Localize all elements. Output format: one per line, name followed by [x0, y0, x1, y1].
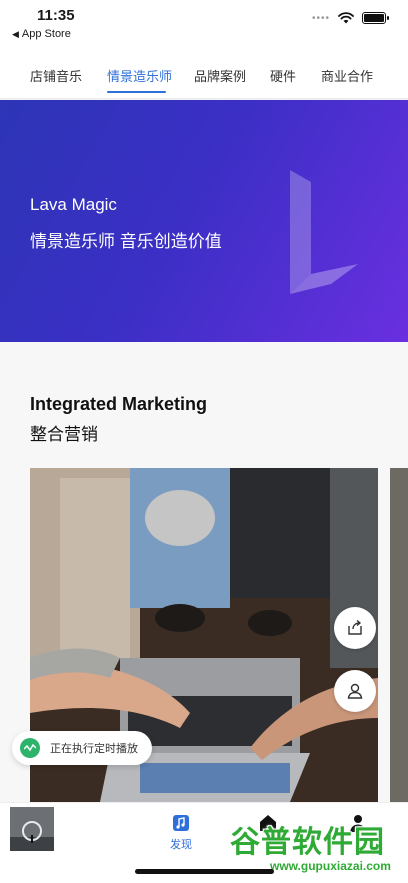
section-title-en: Integrated Marketing: [30, 394, 208, 414]
waveform-icon: [20, 738, 40, 758]
now-playing-album-art[interactable]: [10, 807, 54, 851]
section-title-zh: 整合营销: [30, 425, 98, 444]
contact-button[interactable]: [334, 670, 376, 712]
tab-store-music[interactable]: 店铺音乐: [30, 66, 82, 85]
back-arrow-icon: ◀: [12, 28, 19, 39]
nav-discover[interactable]: 发现: [170, 813, 192, 852]
watermark-title: 谷普软件园: [230, 826, 385, 859]
watermark-url: www.gupuxiazai.com: [270, 859, 391, 873]
album-cover-image: [10, 807, 54, 851]
lava-logo-icon: [290, 170, 358, 294]
battery-icon: [362, 12, 389, 24]
user-icon: [347, 683, 363, 699]
banner-subtitle: 情景造乐师 音乐创造价值: [30, 232, 222, 251]
music-note-icon: [173, 815, 189, 831]
back-to-app-store[interactable]: ◀ App Store: [12, 28, 71, 40]
tab-brand-cases[interactable]: 品牌案例: [194, 66, 246, 85]
category-tabs: 店铺音乐 情景造乐师 品牌案例 硬件 商业合作: [0, 56, 408, 98]
tab-scene-music-maker[interactable]: 情景造乐师: [107, 66, 172, 85]
toast-text: 正在执行定时播放: [50, 743, 138, 755]
status-indicators: ••••: [311, 12, 389, 24]
home-indicator[interactable]: [135, 869, 274, 874]
back-label: App Store: [21, 28, 71, 40]
tab-hardware[interactable]: 硬件: [270, 66, 296, 85]
wifi-icon: [338, 12, 354, 24]
cellular-signal-icon: ••••: [311, 12, 330, 24]
active-tab-indicator: [107, 91, 166, 93]
scheduled-play-toast[interactable]: 正在执行定时播放: [12, 731, 152, 765]
next-card-peek[interactable]: [390, 468, 408, 802]
banner-title: Lava Magic: [30, 195, 117, 214]
status-time: 11:35: [37, 7, 75, 24]
nav-discover-label: 发现: [170, 839, 192, 851]
share-button[interactable]: [334, 607, 376, 649]
status-bar: 11:35 ◀ App Store ••••: [0, 0, 408, 44]
share-icon: [348, 619, 362, 635]
hero-banner: Lava Magic 情景造乐师 音乐创造价值: [0, 100, 408, 342]
tab-business-cooperation[interactable]: 商业合作: [321, 66, 373, 85]
